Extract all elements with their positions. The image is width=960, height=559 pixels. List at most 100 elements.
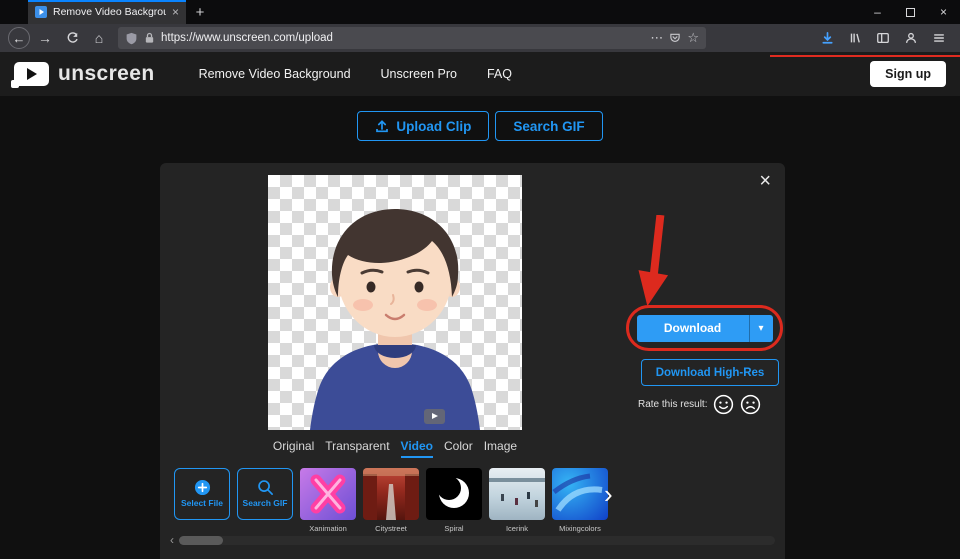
new-tab-button[interactable]: + bbox=[186, 0, 214, 24]
nav-remove-video-background[interactable]: Remove Video Background bbox=[199, 67, 351, 81]
scroll-left-icon[interactable]: ‹ bbox=[170, 534, 174, 546]
progress-red-line bbox=[770, 55, 960, 57]
thumbnail-citystreet-image bbox=[363, 468, 419, 520]
unscreen-logo-icon bbox=[11, 62, 49, 88]
avatar-illustration bbox=[310, 209, 480, 430]
tab-original[interactable]: Original bbox=[273, 439, 314, 458]
carousel-search-gif-label: Search GIF bbox=[242, 498, 288, 509]
download-icon bbox=[821, 31, 833, 44]
window-close-button[interactable]: × bbox=[927, 0, 960, 24]
library-button[interactable] bbox=[844, 26, 866, 50]
account-icon bbox=[905, 32, 917, 43]
unscreen-watermark-icon bbox=[424, 409, 445, 424]
tab-favicon-icon bbox=[35, 6, 47, 18]
thumbnail-label: Mixingcolors bbox=[559, 524, 601, 533]
toolbar-right-cluster bbox=[816, 26, 952, 50]
thumbnail-label: Citystreet bbox=[375, 524, 407, 533]
url-bar[interactable]: https://www.unscreen.com/upload ⋯ ☆ bbox=[118, 27, 706, 49]
downloads-button[interactable] bbox=[816, 26, 838, 50]
panel-close-button[interactable]: × bbox=[759, 171, 771, 191]
carousel-next-button[interactable]: › bbox=[604, 481, 613, 507]
thumbnail-icerink-image bbox=[489, 468, 545, 520]
thumbnail-mixingcolors[interactable]: Mixingcolors bbox=[552, 468, 608, 533]
upload-clip-label: Upload Clip bbox=[396, 118, 472, 134]
forward-button[interactable]: → bbox=[33, 26, 57, 50]
thumbnail-xanimation[interactable]: Xanimation bbox=[300, 468, 356, 533]
thumbnail-xanimation-image bbox=[300, 468, 356, 520]
upload-icon bbox=[376, 120, 389, 133]
plus-circle-icon bbox=[194, 480, 210, 496]
nav-faq[interactable]: FAQ bbox=[487, 67, 512, 81]
download-dropdown-button[interactable]: ▾ bbox=[748, 314, 773, 342]
lock-icon[interactable] bbox=[144, 32, 155, 44]
scrollbar-thumb[interactable] bbox=[179, 535, 223, 545]
unscreen-logo[interactable]: unscreen bbox=[11, 62, 155, 88]
library-icon bbox=[850, 33, 860, 43]
browser-titlebar: Remove Video Background × + – × bbox=[0, 0, 960, 24]
site-header: unscreen Remove Video Background Unscree… bbox=[0, 52, 960, 96]
annotation-oval: Download ▾ bbox=[626, 305, 783, 351]
window-minimize-button[interactable]: – bbox=[861, 0, 894, 24]
thumbnail-spiral[interactable]: Spiral bbox=[426, 468, 482, 533]
tracking-shield-icon[interactable] bbox=[125, 32, 138, 45]
rate-happy-icon[interactable] bbox=[713, 394, 734, 415]
account-button[interactable] bbox=[900, 26, 922, 50]
sidebar-icon bbox=[877, 32, 889, 44]
window-maximize-button[interactable] bbox=[894, 0, 927, 24]
url-text[interactable]: https://www.unscreen.com/upload bbox=[161, 32, 644, 44]
clip-carousel: Select File Search GIF Xanimation Cityst… bbox=[174, 468, 608, 533]
annotation-arrow bbox=[638, 215, 669, 307]
bookmark-star-icon[interactable]: ☆ bbox=[687, 30, 699, 46]
carousel-search-gif-button[interactable]: Search GIF bbox=[237, 468, 293, 520]
thumbnail-spiral-image bbox=[426, 468, 482, 520]
maximize-icon bbox=[906, 7, 915, 17]
hamburger-menu-icon bbox=[934, 34, 944, 42]
brand-name: unscreen bbox=[58, 62, 155, 85]
window-controls: – × bbox=[861, 0, 960, 24]
page-actions-icon[interactable]: ⋯ bbox=[650, 30, 663, 46]
rate-sad-icon[interactable] bbox=[740, 394, 761, 415]
format-tabs: Original Transparent Video Color Image bbox=[262, 439, 528, 458]
pocket-icon[interactable] bbox=[669, 32, 681, 44]
thumbnail-label: Spiral bbox=[444, 524, 464, 533]
signup-button[interactable]: Sign up bbox=[870, 61, 946, 87]
reload-icon bbox=[67, 31, 78, 43]
select-file-button[interactable]: Select File bbox=[174, 468, 230, 520]
result-panel: × Download ▾ Download High-Res Rate this… bbox=[160, 163, 785, 559]
thumbnail-label: Icerink bbox=[505, 524, 529, 533]
thumbnail-label: Xanimation bbox=[309, 524, 347, 533]
upload-clip-button[interactable]: Upload Clip bbox=[357, 111, 490, 141]
menu-button[interactable] bbox=[928, 26, 950, 50]
site-nav: Remove Video Background Unscreen Pro FAQ bbox=[199, 67, 512, 81]
action-row: Upload Clip Search GIF bbox=[0, 111, 960, 141]
tab-image[interactable]: Image bbox=[484, 439, 517, 458]
page-content: unscreen Remove Video Background Unscree… bbox=[0, 52, 960, 559]
video-preview bbox=[268, 175, 522, 430]
carousel-scrollbar: ‹ bbox=[170, 534, 775, 546]
search-icon bbox=[257, 480, 273, 496]
tab-close-icon[interactable]: × bbox=[172, 6, 179, 18]
search-gif-label: Search GIF bbox=[513, 118, 585, 134]
browser-toolbar: ← → ⌂ https://www.unscreen.com/upload ⋯ … bbox=[0, 24, 960, 52]
thumbnail-citystreet[interactable]: Citystreet bbox=[363, 468, 419, 533]
rate-label: Rate this result: bbox=[638, 399, 708, 410]
reload-button[interactable] bbox=[60, 26, 84, 50]
browser-tab[interactable]: Remove Video Background × bbox=[28, 0, 186, 24]
sidebar-button[interactable] bbox=[872, 26, 894, 50]
scrollbar-track[interactable] bbox=[179, 535, 775, 545]
download-split-button: Download ▾ bbox=[636, 314, 773, 342]
tab-title: Remove Video Background bbox=[53, 6, 166, 18]
download-highres-button[interactable]: Download High-Res bbox=[641, 359, 779, 386]
rate-row: Rate this result: bbox=[638, 394, 761, 415]
tab-color[interactable]: Color bbox=[444, 439, 473, 458]
home-button[interactable]: ⌂ bbox=[87, 26, 111, 50]
thumbnail-mixingcolors-image bbox=[552, 468, 608, 520]
tab-transparent[interactable]: Transparent bbox=[325, 439, 389, 458]
back-button[interactable]: ← bbox=[8, 27, 30, 49]
tab-video[interactable]: Video bbox=[400, 439, 434, 458]
thumbnail-icerink[interactable]: Icerink bbox=[489, 468, 545, 533]
nav-unscreen-pro[interactable]: Unscreen Pro bbox=[381, 67, 457, 81]
download-button[interactable]: Download bbox=[636, 314, 749, 342]
select-file-label: Select File bbox=[180, 498, 224, 509]
search-gif-button[interactable]: Search GIF bbox=[495, 111, 603, 141]
